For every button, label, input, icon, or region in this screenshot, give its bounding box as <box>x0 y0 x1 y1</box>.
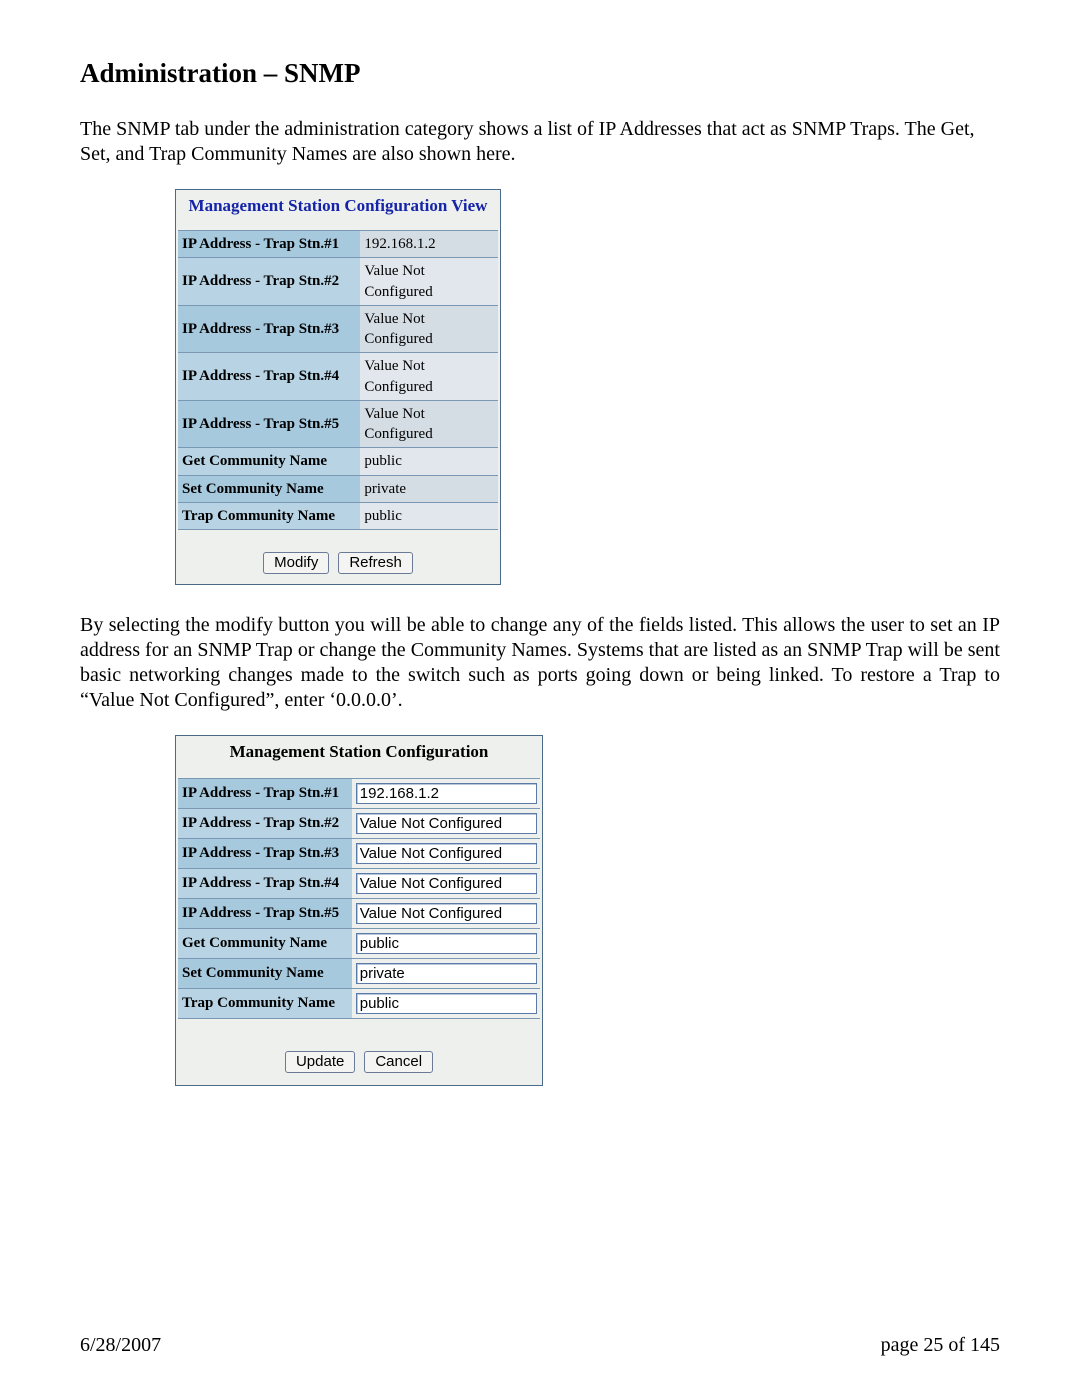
table-row: IP Address - Trap Stn.#5 <box>178 899 540 929</box>
table-row: Trap Community Name <box>178 989 540 1019</box>
row-value: 192.168.1.2 <box>360 231 498 258</box>
modify-button[interactable]: Modify <box>263 552 329 574</box>
row-value: private <box>360 475 498 502</box>
table-row: IP Address - Trap Stn.#4Value Not Config… <box>178 353 498 401</box>
intro-paragraph: The SNMP tab under the administration ca… <box>80 117 1000 167</box>
row-label: Set Community Name <box>178 475 360 502</box>
cancel-button[interactable]: Cancel <box>364 1051 433 1073</box>
row-label: IP Address - Trap Stn.#1 <box>178 779 352 809</box>
table-row: IP Address - Trap Stn.#2 <box>178 809 540 839</box>
page-heading: Administration – SNMP <box>80 58 1000 89</box>
table-row: Trap Community Namepublic <box>178 502 498 529</box>
row-label: IP Address - Trap Stn.#2 <box>178 258 360 306</box>
edit-panel-title: Management Station Configuration <box>178 738 540 778</box>
row-label: IP Address - Trap Stn.#2 <box>178 809 352 839</box>
row-value: public <box>360 502 498 529</box>
trap4-input[interactable] <box>356 873 537 894</box>
row-label: IP Address - Trap Stn.#5 <box>178 400 360 448</box>
row-label: IP Address - Trap Stn.#4 <box>178 869 352 899</box>
trap3-input[interactable] <box>356 843 537 864</box>
table-row: IP Address - Trap Stn.#4 <box>178 869 540 899</box>
table-row: IP Address - Trap Stn.#3Value Not Config… <box>178 305 498 353</box>
table-row: IP Address - Trap Stn.#1 <box>178 779 540 809</box>
table-row: IP Address - Trap Stn.#3 <box>178 839 540 869</box>
footer-page: page 25 of 145 <box>881 1334 1000 1357</box>
row-label: IP Address - Trap Stn.#4 <box>178 353 360 401</box>
trap2-input[interactable] <box>356 813 537 834</box>
row-label: Trap Community Name <box>178 502 360 529</box>
update-button[interactable]: Update <box>285 1051 355 1073</box>
trap5-input[interactable] <box>356 903 537 924</box>
row-label: IP Address - Trap Stn.#3 <box>178 839 352 869</box>
row-label: IP Address - Trap Stn.#3 <box>178 305 360 353</box>
edit-panel: Management Station Configuration IP Addr… <box>175 735 543 1086</box>
row-value: Value Not Configured <box>360 305 498 353</box>
table-row: Set Community Nameprivate <box>178 475 498 502</box>
refresh-button[interactable]: Refresh <box>338 552 413 574</box>
set-community-input[interactable] <box>356 963 537 984</box>
footer-date: 6/28/2007 <box>80 1334 161 1357</box>
row-label: Get Community Name <box>178 448 360 475</box>
table-row: Get Community Name <box>178 929 540 959</box>
view-table: IP Address - Trap Stn.#1192.168.1.2 IP A… <box>178 230 498 530</box>
row-value: Value Not Configured <box>360 353 498 401</box>
row-value: Value Not Configured <box>360 400 498 448</box>
view-panel: Management Station Configuration View IP… <box>175 189 501 585</box>
row-value: Value Not Configured <box>360 258 498 306</box>
row-label: Trap Community Name <box>178 989 352 1019</box>
middle-paragraph: By selecting the modify button you will … <box>80 613 1000 713</box>
row-label: Set Community Name <box>178 959 352 989</box>
row-label: Get Community Name <box>178 929 352 959</box>
row-label: IP Address - Trap Stn.#5 <box>178 899 352 929</box>
table-row: Get Community Namepublic <box>178 448 498 475</box>
edit-table: IP Address - Trap Stn.#1 IP Address - Tr… <box>178 778 540 1019</box>
table-row: Set Community Name <box>178 959 540 989</box>
table-row: IP Address - Trap Stn.#1192.168.1.2 <box>178 231 498 258</box>
trap1-input[interactable] <box>356 783 537 804</box>
table-row: IP Address - Trap Stn.#2Value Not Config… <box>178 258 498 306</box>
trap-community-input[interactable] <box>356 993 537 1014</box>
view-panel-title: Management Station Configuration View <box>178 192 498 230</box>
get-community-input[interactable] <box>356 933 537 954</box>
table-row: IP Address - Trap Stn.#5Value Not Config… <box>178 400 498 448</box>
row-value: public <box>360 448 498 475</box>
row-label: IP Address - Trap Stn.#1 <box>178 231 360 258</box>
